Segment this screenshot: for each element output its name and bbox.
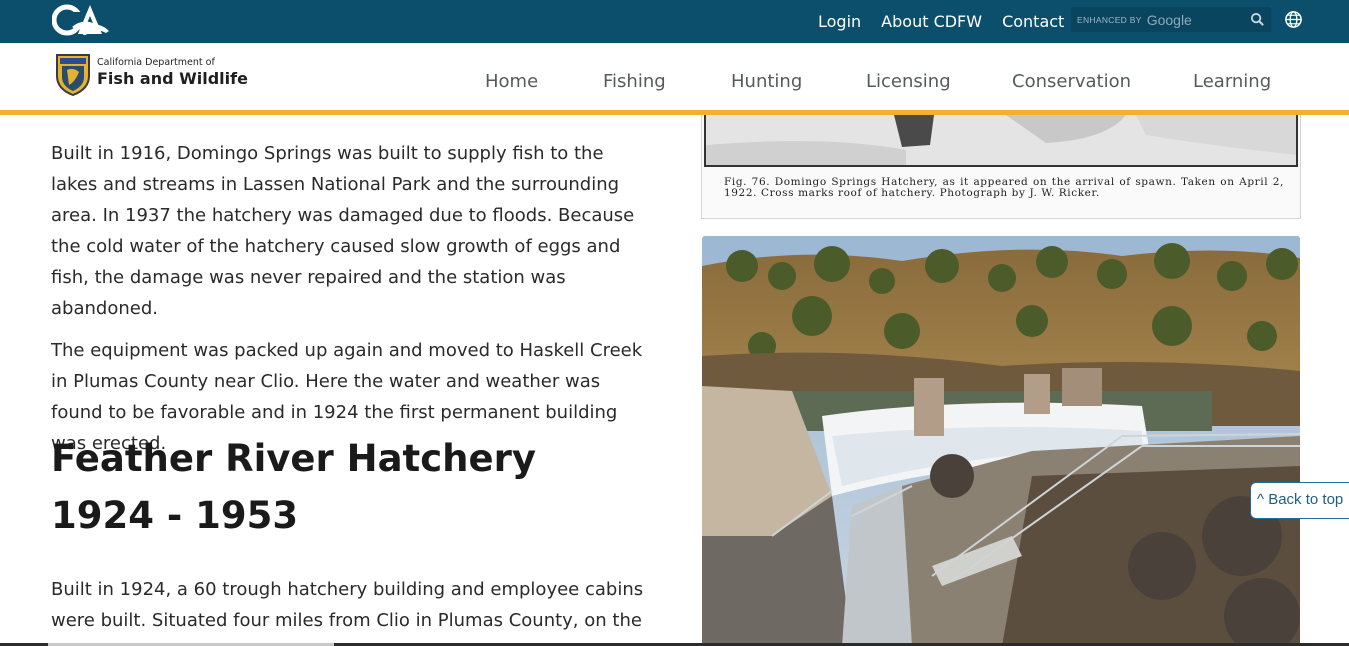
main-header: California Department of Fish and Wildli… [0, 43, 1349, 115]
historical-photo-figure: Fig. 76. Domingo Springs Hatchery, as it… [701, 115, 1301, 219]
search-icon[interactable] [1250, 12, 1265, 27]
nav-home[interactable]: Home [485, 71, 603, 92]
ca-gov-logo[interactable] [52, 2, 112, 38]
login-link[interactable]: Login [818, 12, 861, 31]
utility-links: Login About CDFW Contact [818, 12, 1064, 31]
article-body: Built in 1916, Domingo Springs was built… [51, 138, 651, 459]
section-heading: Feather River Hatchery 1924 - 1953 [51, 437, 536, 537]
globe-icon[interactable] [1284, 10, 1303, 29]
main-nav: Home Fishing Hunting Licensing Conservat… [485, 71, 1271, 92]
search-enhanced-label: ENHANCED BY [1077, 14, 1142, 25]
nav-learning[interactable]: Learning [1193, 71, 1271, 92]
search-input[interactable]: ENHANCED BY Google [1071, 7, 1271, 32]
dam-fish-ladder-photo [702, 236, 1300, 646]
dam-photo-image [702, 236, 1300, 646]
historical-photo-image [706, 115, 1296, 165]
search-provider-label: Google [1146, 11, 1192, 28]
paragraph: Built in 1924, a 60 trough hatchery buil… [51, 579, 644, 631]
utility-bar: Login About CDFW Contact ENHANCED BY Goo… [0, 0, 1349, 43]
org-subtitle: California Department of [97, 57, 215, 68]
nav-fishing[interactable]: Fishing [603, 71, 731, 92]
back-to-top-button[interactable]: ^ Back to top [1250, 482, 1349, 519]
org-title: Fish and Wildlife [97, 69, 248, 88]
paragraph: Built in 1916, Domingo Springs was built… [51, 143, 635, 319]
historical-photo-caption: Fig. 76. Domingo Springs Hatchery, as it… [724, 176, 1284, 199]
historical-photo [704, 115, 1298, 167]
nav-licensing[interactable]: Licensing [866, 71, 1012, 92]
cdfw-badge-icon [56, 54, 90, 96]
contact-link[interactable]: Contact [1002, 12, 1064, 31]
nav-hunting[interactable]: Hunting [731, 71, 866, 92]
nav-conservation[interactable]: Conservation [1012, 71, 1193, 92]
about-cdfw-link[interactable]: About CDFW [881, 12, 982, 31]
